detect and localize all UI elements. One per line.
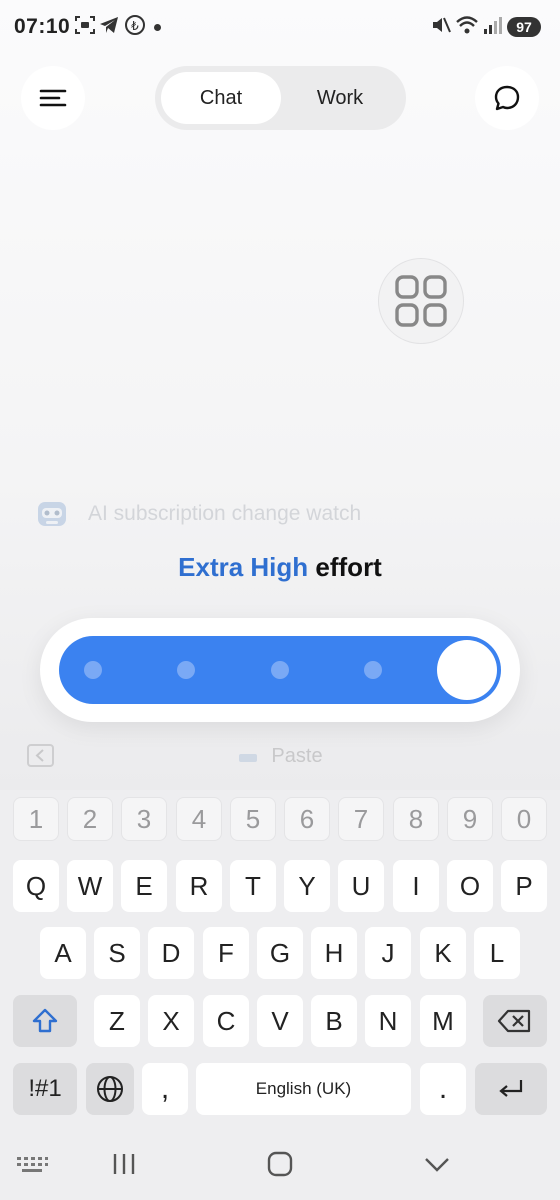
menu-button[interactable] [21,66,85,130]
clipboard-icon [239,754,258,762]
robot-icon [38,502,66,526]
key-p[interactable]: P [501,860,547,912]
comma-key[interactable]: , [142,1063,188,1115]
key-f[interactable]: F [203,927,249,979]
period-key[interactable]: . [420,1063,466,1115]
key-5[interactable]: 5 [230,797,276,841]
shift-icon [32,1008,58,1033]
new-chat-button[interactable] [475,66,539,130]
effort-word-label: effort [315,552,382,582]
key-2[interactable]: 2 [67,797,113,841]
key-1[interactable]: 1 [13,797,59,841]
key-j[interactable]: J [365,927,411,979]
mode-switch: Chat Work [155,66,406,130]
key-q[interactable]: Q [13,860,59,912]
space-key[interactable]: English (UK) [196,1063,411,1115]
navigation-bar [0,1130,560,1200]
key-6[interactable]: 6 [284,797,330,841]
key-k[interactable]: K [420,927,466,979]
key-4[interactable]: 4 [176,797,222,841]
slider-step-dot[interactable] [364,661,382,679]
notification-dot [154,24,161,31]
key-o[interactable]: O [447,860,493,912]
slider-step-dot[interactable] [177,661,195,679]
key-l[interactable]: L [474,927,520,979]
effort-level-label: Extra High [178,552,309,582]
key-n[interactable]: N [365,995,411,1047]
globe-icon [97,1076,123,1102]
backspace-icon [497,1009,531,1033]
effort-slider-card [40,618,520,722]
paste-label: Paste [271,744,323,767]
slider-step-dot[interactable] [271,661,289,679]
effort-title: Extra High effort [0,552,560,583]
effort-slider-track[interactable] [59,636,501,704]
key-u[interactable]: U [338,860,384,912]
screenshot-icon [75,16,95,34]
key-m[interactable]: M [420,995,466,1047]
key-9[interactable]: 9 [447,797,493,841]
status-bar: 07:10 ₺ 97 [0,0,560,56]
currency-icon: ₺ [125,15,145,35]
key-a[interactable]: A [40,927,86,979]
keyboard-icon[interactable] [15,1154,49,1176]
grid-icon [395,275,447,327]
key-h[interactable]: H [311,927,357,979]
tab-chat[interactable]: Chat [161,72,281,124]
chevron-left-icon [35,749,44,762]
key-8[interactable]: 8 [393,797,439,841]
paste-button[interactable]: Paste [218,736,342,776]
key-r[interactable]: R [176,860,222,912]
key-3[interactable]: 3 [121,797,167,841]
key-0[interactable]: 0 [501,797,547,841]
recents-icon[interactable] [110,1150,138,1178]
enter-icon [499,1080,523,1097]
mute-icon [433,17,451,33]
key-z[interactable]: Z [94,995,140,1047]
apps-button[interactable] [378,258,464,344]
language-key[interactable] [86,1063,134,1115]
enter-key[interactable] [475,1063,547,1115]
key-t[interactable]: T [230,860,276,912]
key-i[interactable]: I [393,860,439,912]
keyboard-toolbar: Paste [0,736,560,780]
backspace-key[interactable] [483,995,547,1047]
signal-icon [484,17,502,34]
tab-work[interactable]: Work [280,72,400,124]
battery-indicator: 97 [507,17,541,37]
key-s[interactable]: S [94,927,140,979]
key-v[interactable]: V [257,995,303,1047]
suggestion-item[interactable]: AI subscription change watch [34,494,361,534]
key-y[interactable]: Y [284,860,330,912]
symbols-key[interactable]: !#1 [13,1063,77,1115]
chevron-down-icon[interactable] [422,1152,452,1176]
key-b[interactable]: B [311,995,357,1047]
suggestion-text: AI subscription change watch [88,502,362,525]
key-x[interactable]: X [148,995,194,1047]
effort-slider-thumb[interactable] [437,640,497,700]
key-e[interactable]: E [121,860,167,912]
svg-text:₺: ₺ [131,19,139,33]
toolbar-back-button[interactable] [27,744,54,767]
keyboard: 1 2 3 4 5 6 7 8 9 0 Q W E R T Y U I O P … [0,790,560,1130]
shift-key[interactable] [13,995,77,1047]
key-g[interactable]: G [257,927,303,979]
chat-bubble-icon [494,85,520,111]
wifi-icon [456,16,478,34]
status-time: 07:10 [14,15,71,38]
key-w[interactable]: W [67,860,113,912]
key-7[interactable]: 7 [338,797,384,841]
menu-icon [39,89,67,107]
key-d[interactable]: D [148,927,194,979]
slider-step-dot[interactable] [84,661,102,679]
telegram-icon [100,17,118,33]
key-c[interactable]: C [203,995,249,1047]
home-icon[interactable] [266,1150,294,1178]
